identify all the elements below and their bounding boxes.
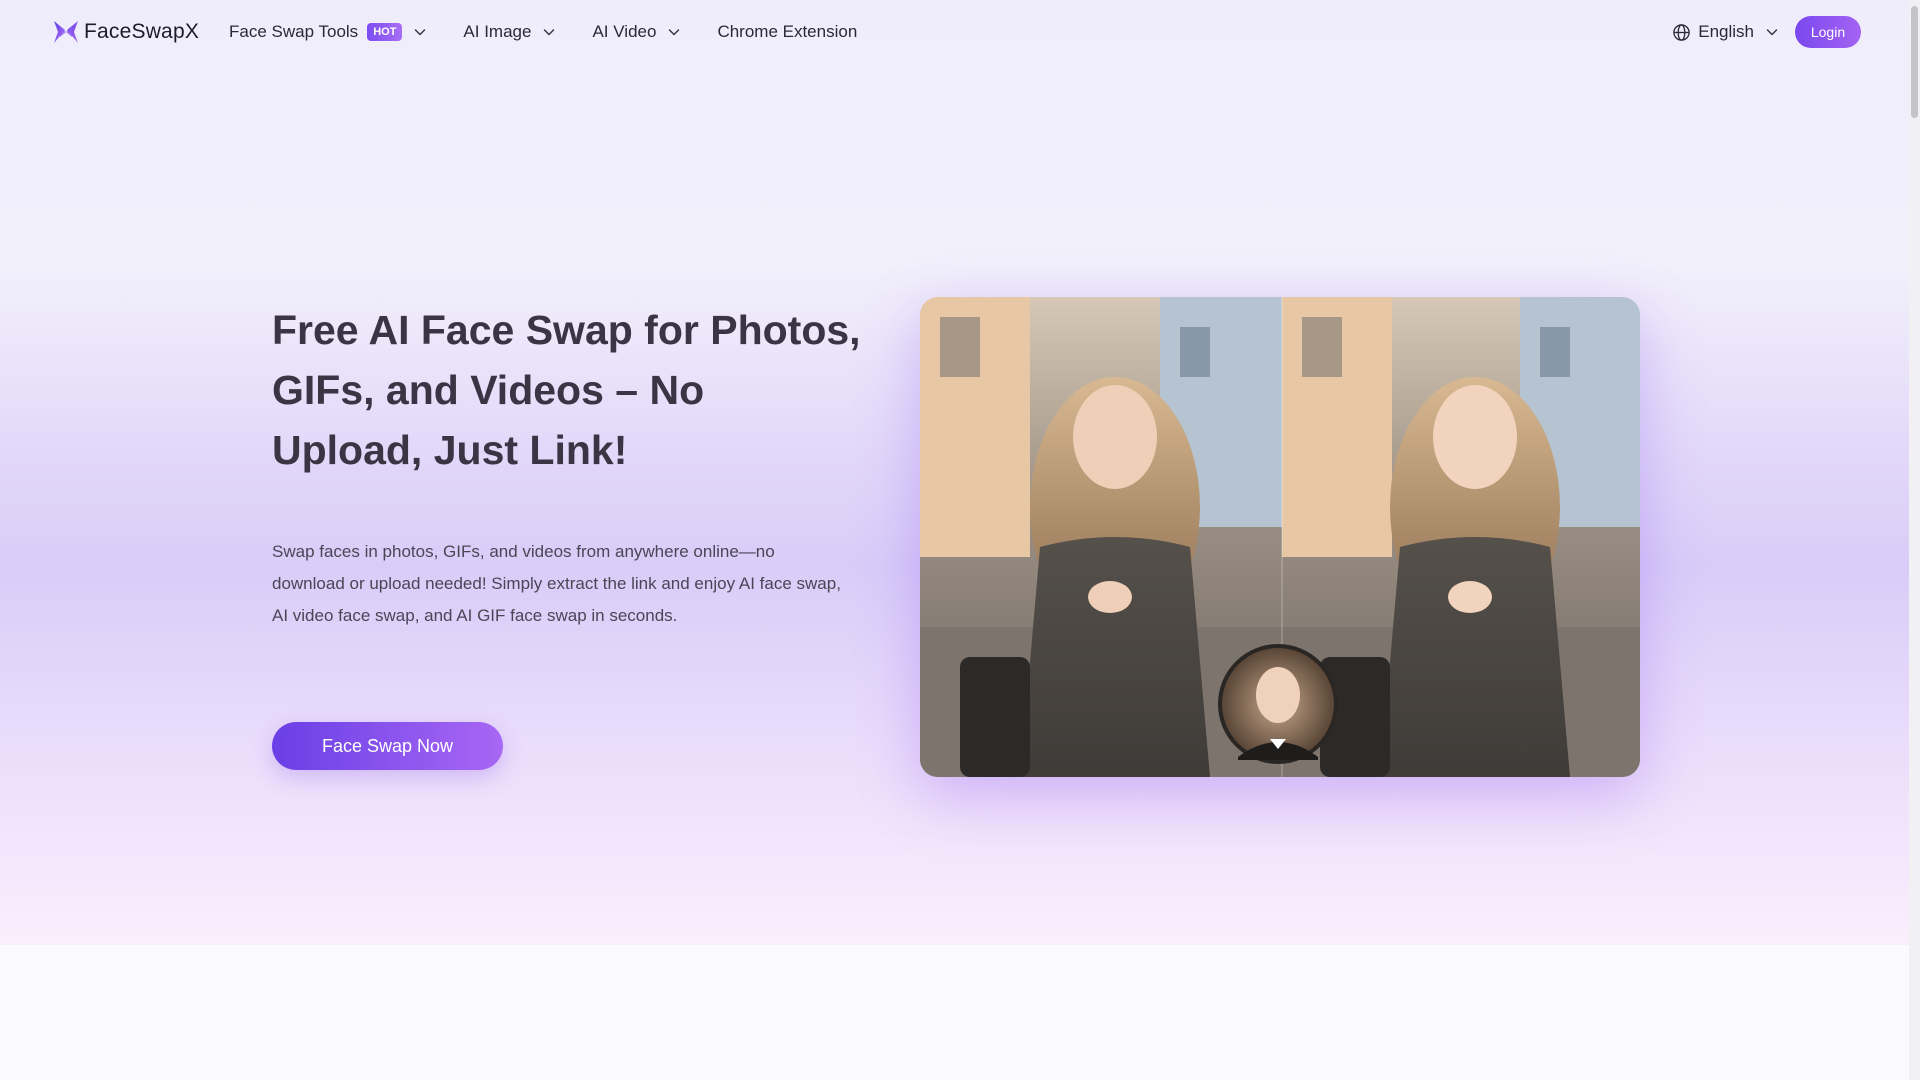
chevron-down-icon xyxy=(1766,29,1778,36)
nav-item-label: AI Image xyxy=(463,22,532,41)
scrollbar-thumb[interactable] xyxy=(1911,6,1918,118)
hot-badge: HOT xyxy=(367,23,403,41)
nav-ai-video[interactable]: AI Video xyxy=(592,22,681,42)
nav-face-swap-tools[interactable]: Face Swap Tools HOT xyxy=(229,22,427,42)
page: FaceSwapX Face Swap Tools HOT AI Image A… xyxy=(0,0,1920,1080)
source-face-avatar xyxy=(1218,644,1338,764)
hero-description: Swap faces in photos, GIFs, and videos f… xyxy=(272,542,841,625)
face-swap-now-button[interactable]: Face Swap Now xyxy=(272,722,503,770)
nav-item-label: Face Swap Tools xyxy=(229,22,359,41)
nav-item-label: Chrome Extension xyxy=(717,22,858,41)
hero-face-swap-demo-image xyxy=(920,297,1640,777)
language-selector[interactable]: English xyxy=(1672,22,1779,42)
brand-logo[interactable]: FaceSwapX xyxy=(52,18,199,46)
nav-ai-image[interactable]: AI Image xyxy=(463,22,556,42)
login-button[interactable]: Login xyxy=(1795,16,1861,48)
butterfly-logo-icon xyxy=(54,21,78,43)
nav-item-label: AI Video xyxy=(592,22,657,41)
chevron-down-icon xyxy=(669,29,680,36)
chevron-down-icon xyxy=(415,29,426,36)
globe-icon xyxy=(1673,23,1690,41)
language-label: English xyxy=(1698,22,1754,41)
chevron-down-icon xyxy=(544,29,555,36)
brand-name: FaceSwapX xyxy=(84,20,200,43)
nav-chrome-extension[interactable]: Chrome Extension xyxy=(717,22,857,42)
top-navbar: FaceSwapX Face Swap Tools HOT AI Image A… xyxy=(0,0,1909,64)
demo-illustration xyxy=(920,297,1640,777)
hero-title: Free AI Face Swap for Photos, GIFs, and … xyxy=(272,307,861,473)
page-scrollbar[interactable] xyxy=(1909,0,1920,1080)
